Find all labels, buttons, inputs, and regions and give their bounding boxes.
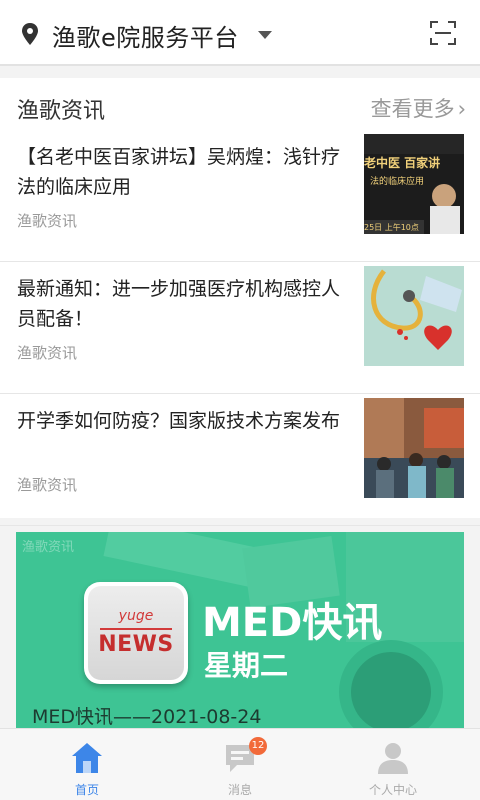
person-icon	[378, 743, 408, 774]
banner-headline: MED快讯	[202, 600, 383, 646]
news-headline: 最新通知：进一步加强医疗机构感控人员配备！	[17, 278, 341, 330]
news-section: 渔歌资讯 查看更多 › 【名老中医百家讲坛】吴炳煌：浅针疗法的临床应用 渔歌资讯 …	[0, 78, 480, 526]
news-source: 渔歌资讯	[17, 476, 78, 494]
top-bar: 渔歌e院服务平台	[0, 0, 480, 66]
logo-top-text: yuge	[118, 608, 154, 624]
banner-caption: MED快讯——2021-08-24	[32, 706, 262, 728]
news-thumbnail	[364, 266, 464, 366]
tab-profile[interactable]: 个人中心	[346, 729, 440, 800]
news-thumbnail	[364, 398, 464, 498]
divider	[0, 525, 480, 526]
section-title: 渔歌资讯	[17, 99, 106, 124]
platform-title[interactable]: 渔歌e院服务平台	[52, 18, 239, 53]
unread-badge: 12	[249, 737, 267, 755]
view-more-link[interactable]: 查看更多 ›	[371, 93, 466, 123]
tab-label: 消息	[227, 783, 252, 797]
chevron-right-icon: ›	[457, 97, 466, 121]
location-pin-icon[interactable]	[20, 22, 40, 46]
banner-weekday: 星期二	[204, 649, 289, 682]
news-headline: 【名老中医百家讲坛】吴炳煌：浅针疗法的临床应用	[17, 146, 341, 198]
home-icon	[72, 743, 102, 773]
view-more-label: 查看更多	[370, 97, 455, 121]
news-item[interactable]: 开学季如何防疫？国家版技术方案发布 渔歌资讯	[0, 394, 480, 526]
news-source: 渔歌资讯	[17, 344, 78, 362]
scan-icon[interactable]	[430, 20, 456, 46]
news-item[interactable]: 最新通知：进一步加强医疗机构感控人员配备！ 渔歌资讯	[0, 262, 480, 394]
app-screen: 渔歌e院服务平台 渔歌资讯 查看更多 › 【名老中医百家讲坛】吴炳煌：浅针疗法的临…	[0, 0, 480, 800]
chevron-down-icon[interactable]	[258, 31, 272, 39]
logo-bottom-text: NEWS	[98, 632, 174, 657]
banner-tag: 渔歌资讯	[22, 540, 75, 555]
med-news-banner[interactable]: 渔歌资讯 yuge NEWS MED快讯 星期二 MED快讯——2021-08-…	[16, 532, 464, 732]
bottom-tab-bar: 首页 12 消息 个人中心	[0, 728, 480, 800]
yuge-news-logo: yuge NEWS	[84, 582, 188, 684]
thumb-text-line1: 老中医 百家讲	[364, 156, 441, 170]
thumb-text-line3: 25日 上午10点	[364, 223, 419, 232]
tab-messages[interactable]: 12 消息	[193, 729, 287, 800]
tab-home[interactable]: 首页	[40, 729, 134, 800]
news-thumbnail: 老中医 百家讲 法的临床应用 25日 上午10点	[364, 134, 464, 234]
tab-label: 个人中心	[368, 783, 417, 797]
news-item[interactable]: 【名老中医百家讲坛】吴炳煌：浅针疗法的临床应用 渔歌资讯 老中医 百家讲 法的临…	[0, 130, 480, 262]
tab-label: 首页	[74, 783, 99, 797]
logo-divider	[100, 628, 172, 630]
logo-inner: yuge NEWS	[88, 586, 184, 680]
news-source: 渔歌资讯	[17, 212, 78, 230]
thumb-text-line2: 法的临床应用	[370, 177, 425, 187]
news-headline: 开学季如何防疫？国家版技术方案发布	[17, 410, 341, 432]
